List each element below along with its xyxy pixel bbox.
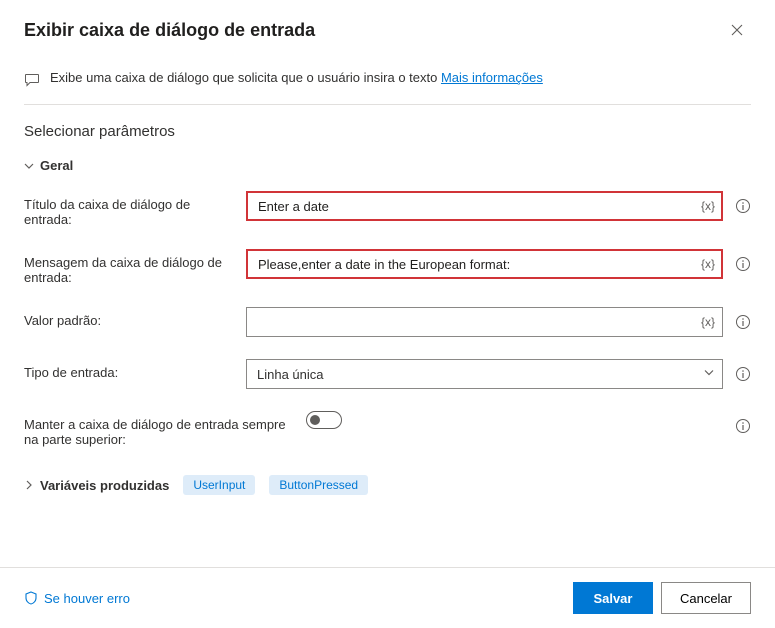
input-dialog-config: Exibir caixa de diálogo de entrada Exibe… bbox=[0, 0, 775, 628]
on-error-link[interactable]: Se houver erro bbox=[24, 591, 130, 606]
row-keep-top: Manter a caixa de diálogo de entrada sem… bbox=[24, 411, 751, 447]
info-icon[interactable] bbox=[735, 366, 751, 382]
label-dialog-message: Mensagem da caixa de diálogo de entrada: bbox=[24, 249, 234, 285]
more-info-link[interactable]: Mais informações bbox=[441, 70, 543, 85]
chevron-down-icon bbox=[703, 367, 715, 382]
info-text: Exibe uma caixa de diálogo que solicita … bbox=[50, 70, 543, 85]
input-dialog-title[interactable] bbox=[246, 191, 723, 221]
general-section-header[interactable]: Geral bbox=[24, 158, 751, 173]
chevron-down-icon bbox=[24, 161, 34, 171]
close-button[interactable] bbox=[723, 16, 751, 44]
dialog-content: Selecionar parâmetros Geral Título da ca… bbox=[0, 105, 775, 567]
variable-pill-buttonpressed[interactable]: ButtonPressed bbox=[269, 475, 368, 495]
info-icon[interactable] bbox=[735, 418, 751, 434]
shield-icon bbox=[24, 591, 38, 605]
footer-actions: Salvar Cancelar bbox=[573, 582, 751, 614]
row-dialog-message: Mensagem da caixa de diálogo de entrada:… bbox=[24, 249, 751, 285]
row-dialog-title: Título da caixa de diálogo de entrada: {… bbox=[24, 191, 751, 227]
cancel-button[interactable]: Cancelar bbox=[661, 582, 751, 614]
input-dialog-message[interactable] bbox=[246, 249, 723, 279]
label-input-type: Tipo de entrada: bbox=[24, 359, 234, 380]
input-default-value[interactable] bbox=[246, 307, 723, 337]
row-input-type: Tipo de entrada: Linha única bbox=[24, 359, 751, 389]
label-dialog-title: Título da caixa de diálogo de entrada: bbox=[24, 191, 234, 227]
save-button[interactable]: Salvar bbox=[573, 582, 653, 614]
comment-icon bbox=[24, 72, 40, 88]
toggle-keep-top[interactable] bbox=[306, 411, 342, 429]
row-default-value: Valor padrão: {x} bbox=[24, 307, 751, 337]
dialog-header: Exibir caixa de diálogo de entrada bbox=[0, 0, 775, 56]
select-params-title: Selecionar parâmetros bbox=[24, 123, 751, 140]
label-default-value: Valor padrão: bbox=[24, 307, 234, 328]
variable-pill-userinput[interactable]: UserInput bbox=[183, 475, 255, 495]
info-icon[interactable] bbox=[735, 198, 751, 214]
info-bar: Exibe uma caixa de diálogo que solicita … bbox=[24, 64, 751, 105]
dialog-footer: Se houver erro Salvar Cancelar bbox=[0, 567, 775, 628]
info-icon[interactable] bbox=[735, 256, 751, 272]
select-input-type[interactable]: Linha única bbox=[246, 359, 723, 389]
toggle-knob bbox=[310, 415, 320, 425]
info-icon[interactable] bbox=[735, 314, 751, 330]
close-icon bbox=[731, 24, 743, 36]
label-keep-top: Manter a caixa de diálogo de entrada sem… bbox=[24, 411, 294, 447]
chevron-right-icon bbox=[24, 480, 34, 490]
dialog-title: Exibir caixa de diálogo de entrada bbox=[24, 20, 315, 41]
variables-section-header[interactable]: Variáveis produzidas UserInput ButtonPre… bbox=[24, 475, 751, 495]
